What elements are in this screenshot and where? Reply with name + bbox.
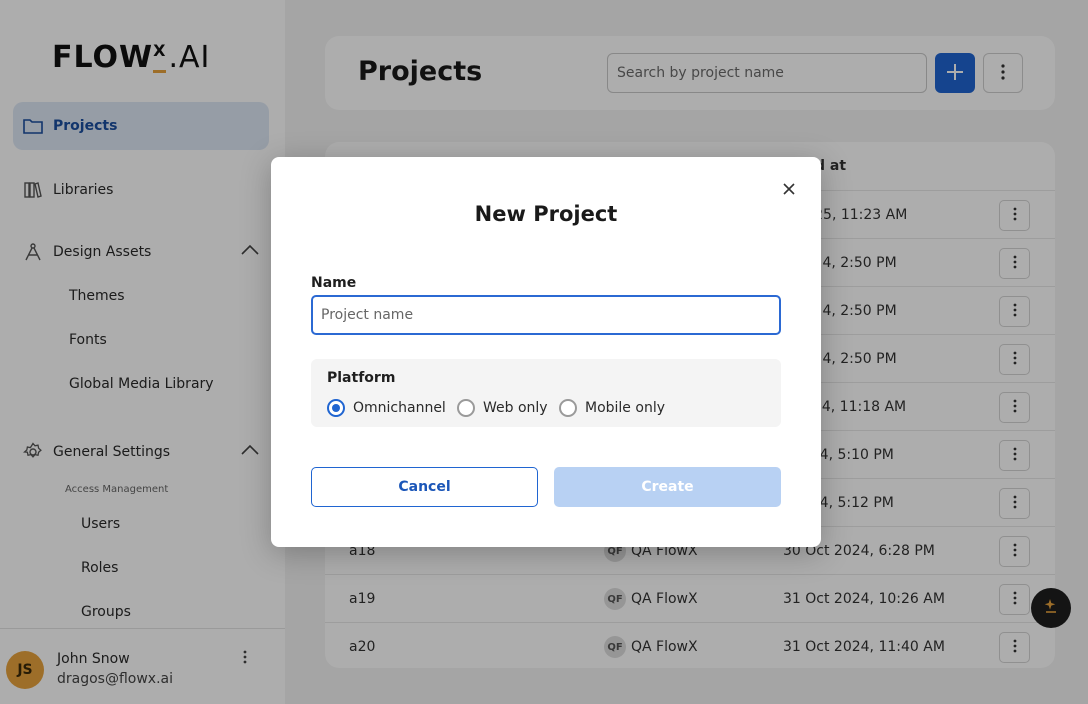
radio-label: Web only bbox=[483, 400, 548, 416]
radio-unchecked-icon bbox=[559, 399, 577, 417]
cancel-button[interactable]: Cancel bbox=[311, 467, 538, 507]
dialog-title: New Project bbox=[474, 202, 618, 226]
close-icon[interactable] bbox=[779, 179, 799, 199]
radio-label: Omnichannel bbox=[353, 400, 446, 416]
new-project-dialog: New Project Name Platform Omnichannel We… bbox=[271, 157, 821, 547]
radio-web-only[interactable]: Web only bbox=[457, 399, 548, 417]
create-button[interactable]: Create bbox=[554, 467, 781, 507]
radio-mobile-only[interactable]: Mobile only bbox=[559, 399, 665, 417]
radio-unchecked-icon bbox=[457, 399, 475, 417]
name-label: Name bbox=[311, 275, 357, 291]
radio-label: Mobile only bbox=[585, 400, 665, 416]
platform-group: Platform Omnichannel Web only Mobile onl… bbox=[311, 359, 781, 427]
platform-label: Platform bbox=[327, 370, 396, 386]
radio-checked-icon bbox=[327, 399, 345, 417]
project-name-input[interactable] bbox=[311, 295, 781, 335]
radio-omnichannel[interactable]: Omnichannel bbox=[327, 399, 446, 417]
